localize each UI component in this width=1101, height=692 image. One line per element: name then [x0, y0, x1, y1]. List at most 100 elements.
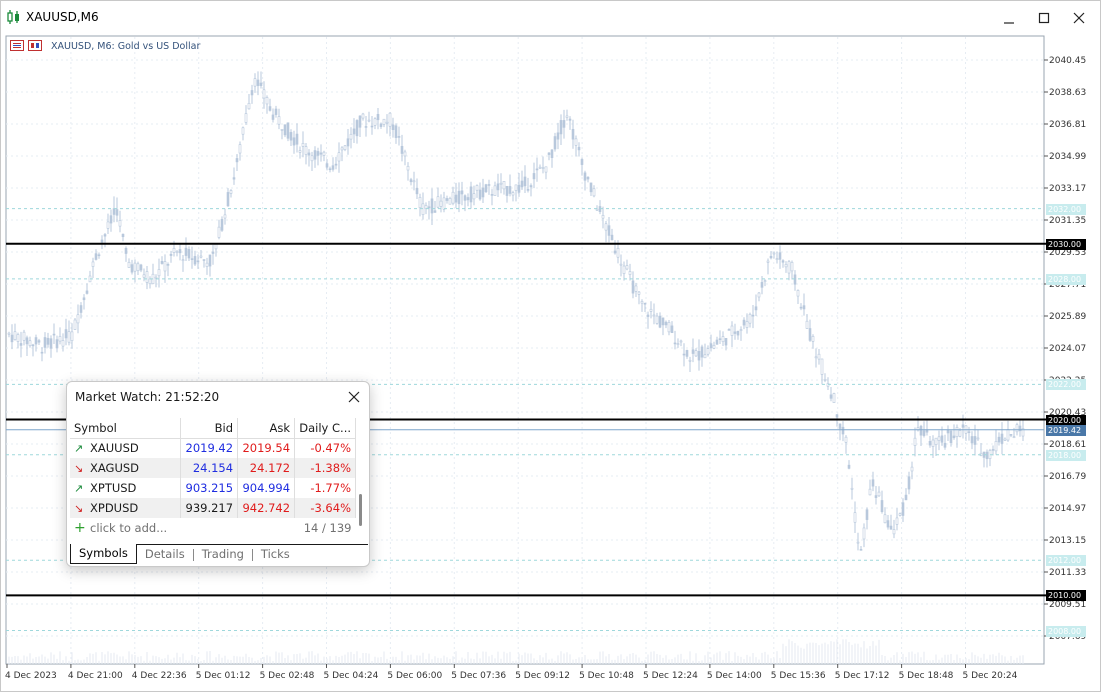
candle-body: [472, 193, 476, 200]
one-click-trading-icon[interactable]: [10, 40, 24, 51]
candle-body: [127, 261, 131, 268]
candle-body: [685, 350, 689, 357]
candle-body: [205, 262, 209, 267]
symbol-name: XPDUSD: [90, 501, 139, 515]
candle-body: [943, 442, 947, 448]
tab-ticks[interactable]: Ticks: [253, 545, 298, 565]
candle-body: [283, 124, 287, 136]
candle-body: [676, 343, 680, 345]
arrow-up-icon: ↗: [74, 482, 84, 495]
candle-body: [673, 342, 677, 345]
tab-trading[interactable]: Trading: [194, 545, 252, 565]
column-header-symbol[interactable]: Symbol: [70, 418, 182, 439]
candle-body: [697, 351, 701, 361]
candle-body: [31, 344, 35, 347]
candle-body: [238, 144, 242, 154]
candle-body: [835, 414, 839, 418]
candle-body: [412, 180, 416, 183]
add-symbol-row[interactable]: + click to add... 14 / 139: [70, 518, 356, 538]
candle-body: [400, 145, 404, 154]
candle-body: [736, 330, 740, 336]
candle-body: [259, 82, 263, 86]
candle-body: [772, 252, 776, 255]
candle-body: [460, 190, 464, 195]
symbol-row[interactable]: ↘ XAGUSD 24.154 24.172 -1.38%: [70, 458, 356, 478]
candle-body: [1003, 438, 1007, 441]
market-watch-table: Symbol Bid Ask Daily C... ↗ XAUUSD 2019.42…: [70, 418, 356, 538]
candle-body: [754, 306, 758, 311]
candle-body: [493, 185, 497, 196]
candle-body: [562, 120, 566, 128]
time-axis-label: 4 Dec 22:36: [132, 671, 187, 681]
candle-body: [280, 129, 284, 131]
candle-body: [985, 451, 989, 460]
candle-body: [16, 334, 20, 342]
column-header-daily-change[interactable]: Daily C...: [294, 418, 356, 439]
candle-body: [958, 430, 962, 437]
candle-body: [898, 513, 902, 516]
column-header-bid[interactable]: Bid: [180, 418, 239, 439]
candle-body: [610, 234, 614, 241]
candle-body: [934, 437, 938, 445]
column-header-ask[interactable]: Ask: [237, 418, 296, 439]
candle-body: [382, 118, 386, 125]
candle-body: [634, 285, 638, 292]
candle-body: [784, 264, 788, 268]
candle-body: [691, 349, 695, 354]
price-axis-label: 2011.33: [1049, 568, 1086, 578]
candle-body: [994, 441, 998, 452]
depth-of-market-icon[interactable]: [28, 40, 42, 51]
candle-body: [175, 251, 179, 253]
candle-body: [67, 331, 71, 343]
candle-body: [184, 247, 188, 256]
time-axis-label: 5 Dec 06:00: [387, 671, 442, 681]
candle-body: [427, 206, 431, 209]
bid-value: 24.154: [180, 458, 239, 478]
tab-symbols[interactable]: Symbols: [70, 544, 137, 564]
candle-body: [511, 192, 515, 196]
market-watch-panel[interactable]: Market Watch: 21:52:20 Symbol Bid Ask Da…: [66, 381, 370, 567]
candle-body: [997, 436, 1001, 443]
candle-body: [199, 255, 203, 258]
candle-body: [94, 253, 98, 260]
daily-change-value: -0.47%: [294, 438, 356, 458]
price-chart[interactable]: 4 Dec 2023 4 Dec 21:00 4 Dec 22:36 5 Dec 01…: [1, 34, 1100, 691]
candle-body: [193, 256, 197, 265]
candle-body: [52, 333, 56, 336]
ask-value: 904.994: [237, 478, 296, 498]
candle-body: [751, 314, 755, 317]
candle-body: [250, 90, 254, 96]
maximize-button[interactable]: [1026, 1, 1062, 34]
candle-body: [646, 314, 650, 317]
symbol-row[interactable]: ↘ XPDUSD 939.217 942.742 -3.64%: [70, 498, 356, 518]
candle-body: [178, 249, 182, 254]
candle-body: [871, 479, 875, 487]
grid-level-tag: 2028.00: [1046, 273, 1086, 285]
market-watch-close-button[interactable]: [345, 388, 363, 406]
title-bar[interactable]: XAUUSD,M6: [1, 1, 1100, 34]
close-window-button[interactable]: [1061, 1, 1097, 34]
candle-body: [100, 239, 104, 243]
candle-body: [421, 203, 425, 215]
candle-body: [22, 331, 26, 341]
market-watch-scrollbar[interactable]: [359, 494, 362, 526]
candle-body: [358, 115, 362, 128]
minimize-button[interactable]: [991, 1, 1027, 34]
symbol-row[interactable]: ↗ XPTUSD 903.215 904.994 -1.77%: [70, 478, 356, 498]
candle-body: [136, 263, 140, 272]
candle-body: [196, 260, 200, 263]
candle-body: [328, 168, 332, 171]
symbol-row[interactable]: ↗ XAUUSD 2019.42 2019.54 -0.47%: [70, 438, 356, 458]
candle-body: [739, 329, 743, 331]
tab-details[interactable]: Details: [137, 545, 193, 565]
candle-body: [802, 305, 806, 310]
candlestick-app-icon: [7, 10, 19, 24]
candle-body: [592, 188, 596, 197]
time-axis-label: 5 Dec 09:12: [515, 671, 570, 681]
candle-body: [625, 265, 629, 270]
add-symbol-label[interactable]: click to add...: [90, 521, 167, 535]
candle-body: [529, 185, 533, 188]
ask-value: 942.742: [237, 498, 296, 518]
time-axis-label: 5 Dec 02:48: [260, 671, 315, 681]
candle-body: [721, 336, 725, 342]
